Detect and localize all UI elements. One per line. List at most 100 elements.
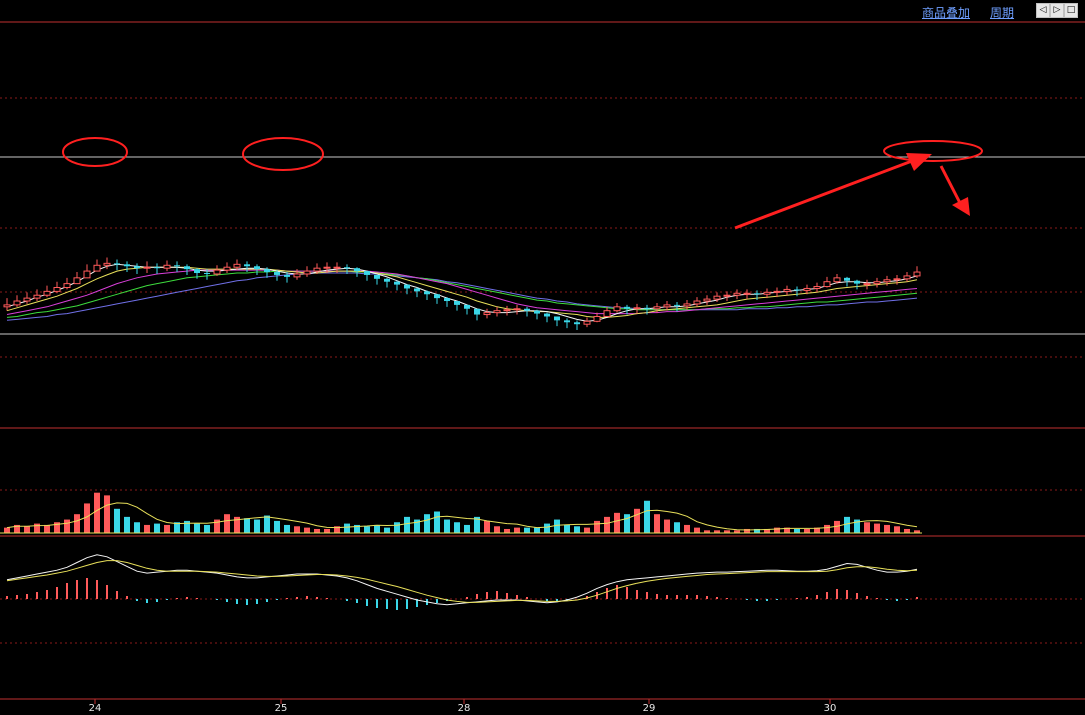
volume-bar [864, 522, 870, 533]
x-tick-label: 29 [643, 703, 656, 714]
x-tick-label: 24 [89, 703, 102, 714]
candle-body [184, 266, 190, 270]
candle-body [913, 271, 921, 277]
candle-body [873, 281, 881, 285]
volume-bar [184, 520, 190, 533]
candle-body [33, 294, 41, 299]
candle [384, 277, 390, 288]
candle-body [23, 297, 31, 302]
candle-body [703, 298, 711, 302]
candle-body [444, 298, 450, 302]
candle-body [723, 294, 731, 297]
highlight-ellipse-second-top [242, 137, 324, 171]
candle [633, 303, 641, 314]
candle-body [454, 301, 460, 305]
candle [493, 306, 501, 317]
volume-bar [634, 508, 640, 533]
candle-body [524, 308, 530, 311]
candle-body [653, 306, 661, 310]
volume-bar [164, 524, 170, 533]
candle-body [474, 308, 480, 315]
candle-body [803, 287, 811, 291]
volume-bar [424, 514, 430, 533]
volume-bar [644, 500, 650, 533]
candle-body [593, 315, 601, 322]
candle-body [124, 264, 130, 267]
candle-body [414, 288, 420, 292]
volume-bar [324, 528, 330, 533]
candle-body [313, 267, 321, 272]
candle-body [274, 272, 280, 275]
candle-body [434, 294, 440, 299]
candle-body [43, 290, 51, 296]
volume-bar [404, 516, 410, 533]
candle-body [63, 283, 71, 288]
ma60-line [6, 272, 918, 321]
candles [3, 257, 921, 330]
volume-bar [554, 519, 560, 533]
volume-bar [224, 514, 230, 533]
candle [624, 304, 630, 315]
volume-bar [94, 492, 100, 533]
candle-body [364, 271, 370, 275]
volume-bar [74, 514, 80, 533]
candle-body [644, 307, 650, 309]
volume-bar [344, 523, 350, 533]
candle [83, 264, 91, 279]
candle-body [674, 304, 680, 306]
candle [63, 277, 71, 290]
candle-body [893, 278, 901, 281]
candle [723, 291, 731, 302]
candle-body [134, 266, 140, 269]
candle [444, 297, 450, 307]
candle [163, 260, 171, 272]
candle-body [284, 274, 290, 277]
candle-body [513, 308, 521, 311]
candle-body [683, 303, 691, 307]
candle-body [303, 270, 311, 275]
candle [424, 290, 430, 301]
down-arrow-head [952, 197, 970, 216]
candle [154, 263, 160, 274]
volume-bar [824, 524, 830, 533]
volume-bar [484, 520, 490, 533]
volume-bar [444, 519, 450, 533]
candle [3, 298, 11, 311]
volume-bar [384, 527, 390, 533]
candle [474, 308, 480, 321]
candle [124, 261, 130, 273]
candle-body [374, 274, 380, 279]
volume-bar [614, 512, 620, 533]
candle-body [574, 322, 580, 325]
macd-indicator [6, 554, 918, 610]
candle-body [903, 275, 911, 280]
candle [404, 284, 410, 295]
candle [524, 306, 530, 317]
candle [143, 261, 151, 274]
candle-body [354, 268, 360, 272]
candle-body [213, 269, 221, 275]
candle [903, 272, 911, 282]
candle [574, 320, 580, 330]
candle [184, 264, 190, 275]
candle [823, 276, 831, 288]
x-tick-label: 25 [275, 703, 288, 714]
volume-bar [804, 528, 810, 533]
volume-bar [674, 522, 680, 533]
candlestick-chart[interactable]: 24 25 28 29 30 [0, 0, 1085, 715]
candle-body [204, 273, 210, 275]
volume-bar [364, 526, 370, 533]
candle-body [854, 280, 860, 284]
macd-dif-line [6, 554, 918, 606]
volume-bar [114, 508, 120, 533]
candle-body [264, 269, 270, 273]
candle-body [464, 304, 470, 309]
candle-body [103, 262, 111, 266]
candle [414, 287, 420, 298]
candle-body [813, 286, 821, 289]
candle-body [394, 281, 400, 285]
volume-bar [664, 519, 670, 533]
x-tick-label: 28 [458, 703, 471, 714]
volume-bar [24, 526, 30, 533]
volume-bar [894, 526, 900, 533]
